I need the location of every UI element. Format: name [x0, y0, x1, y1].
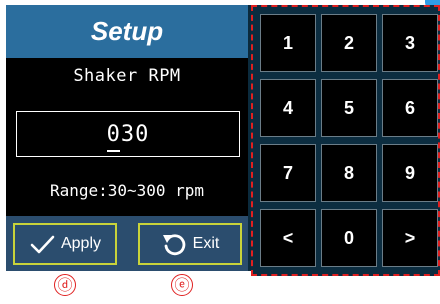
undo-arrow-icon [161, 231, 187, 257]
key-9[interactable]: 9 [382, 144, 438, 202]
value-text: 030 [106, 121, 150, 152]
page-title: Setup [90, 16, 164, 46]
checkmark-icon [29, 231, 55, 257]
key-6[interactable]: 6 [382, 79, 438, 137]
value-input-field[interactable]: 030 [16, 111, 240, 157]
text-cursor [106, 149, 120, 152]
callout-marker-e: ⓔ [171, 274, 193, 296]
key-forward[interactable]: > [382, 209, 438, 267]
key-1[interactable]: 1 [260, 14, 316, 72]
apply-label: Apply [60, 235, 102, 252]
exit-label: Exit [192, 235, 220, 252]
key-7[interactable]: 7 [260, 144, 316, 202]
key-2[interactable]: 2 [321, 14, 377, 72]
parameter-label: Shaker RPM [73, 66, 181, 86]
callout-marker-d: ⓓ [54, 274, 76, 296]
exit-button[interactable]: Exit [138, 223, 242, 265]
key-3[interactable]: 3 [382, 14, 438, 72]
key-4[interactable]: 4 [260, 79, 316, 137]
key-0[interactable]: 0 [321, 209, 377, 267]
range-text: Range:30~300 rpm [49, 181, 205, 200]
key-backspace[interactable]: < [260, 209, 316, 267]
value-digits: 030 [106, 121, 150, 147]
apply-button[interactable]: Apply [13, 223, 117, 265]
title-bar: Setup [6, 5, 248, 58]
key-8[interactable]: 8 [321, 144, 377, 202]
key-5[interactable]: 5 [321, 79, 377, 137]
